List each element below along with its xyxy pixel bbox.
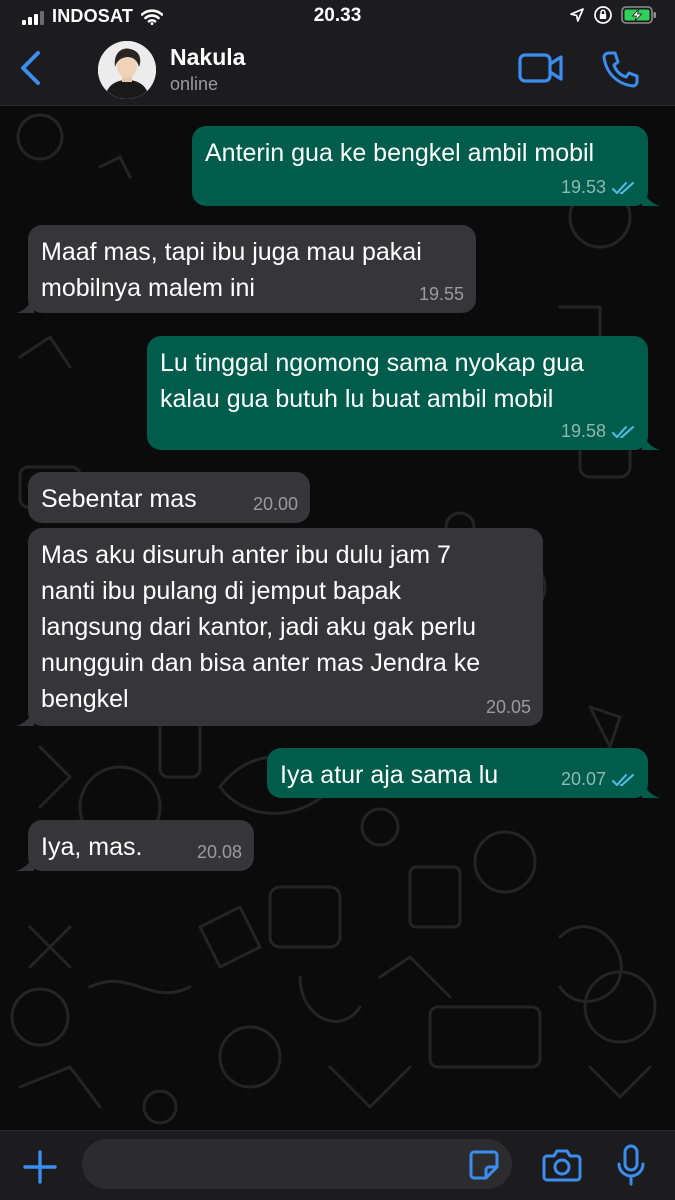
bubble-tail (16, 851, 34, 871)
message-text: Lu tinggal ngomong sama nyokap gua kalau… (160, 349, 584, 413)
chat-screen: INDOSAT 20.33 Nakula online Anterin gua … (0, 0, 675, 1200)
message-input-bar (0, 1130, 675, 1200)
profile-photo (98, 41, 156, 99)
message-input[interactable] (82, 1139, 512, 1189)
contact-name[interactable]: Nakula (170, 44, 245, 71)
message-text: Maaf mas, tapi ibu juga mau pakai mobiln… (41, 238, 422, 302)
phone-icon (602, 51, 639, 88)
double-check-read-icon (612, 773, 634, 786)
avatar[interactable] (98, 41, 156, 99)
message-time: 19.53 (560, 177, 606, 197)
message-time: 20.05 (485, 697, 531, 717)
message-time: 20.00 (252, 494, 298, 514)
video-call-icon (518, 53, 563, 83)
bubble-tail (642, 186, 660, 206)
bubble-tail (642, 430, 660, 450)
double-check-read-icon (612, 181, 634, 194)
message-bubble-incoming[interactable]: Mas aku disuruh anter ibu dulu jam 7 nan… (16, 528, 543, 726)
bubble-tail (16, 706, 34, 726)
message-bubble-incoming[interactable]: Sebentar mas 20.00 (28, 472, 310, 523)
message-meta: 19.58 (561, 421, 636, 442)
message-time: 19.58 (560, 421, 606, 441)
battery-charging-icon (621, 6, 656, 24)
message-bubble-outgoing[interactable]: Lu tinggal ngomong sama nyokap gua kalau… (147, 336, 660, 450)
message-meta: 19.53 (561, 177, 636, 198)
message-list[interactable]: Anterin gua ke bengkel ambil mobil 19.53… (0, 107, 675, 1130)
orientation-lock-icon (594, 6, 612, 24)
microphone-icon (617, 1144, 645, 1186)
back-button[interactable] (14, 48, 48, 88)
message-text: Anterin gua ke bengkel ambil mobil (205, 139, 595, 167)
message-time: 20.08 (196, 842, 242, 862)
double-check-read-icon (612, 425, 634, 438)
message-time: 20.07 (560, 769, 606, 789)
bubble-tail (16, 293, 34, 313)
bubble-tail (642, 778, 660, 798)
camera-button[interactable] (542, 1147, 582, 1183)
message-meta: 20.05 (486, 697, 531, 718)
status-bar: INDOSAT 20.33 (0, 0, 675, 34)
back-chevron-icon (21, 51, 40, 85)
sticker-button[interactable] (468, 1149, 500, 1181)
status-bar-right (569, 5, 657, 25)
contact-status: online (170, 74, 219, 94)
chat-header: Nakula online (0, 34, 675, 106)
message-bubble-incoming[interactable]: Maaf mas, tapi ibu juga mau pakai mobiln… (16, 225, 476, 313)
camera-icon (542, 1149, 582, 1182)
sticker-icon (469, 1150, 499, 1180)
message-meta: 20.08 (197, 842, 242, 863)
voice-call-button[interactable] (600, 49, 640, 89)
attach-button[interactable] (22, 1149, 58, 1185)
plus-icon (23, 1150, 57, 1184)
message-meta: 19.55 (419, 284, 464, 305)
message-meta: 20.07 (561, 769, 636, 790)
message-meta: 20.00 (253, 494, 298, 515)
message-bubble-incoming[interactable]: Iya, mas. 20.08 (16, 820, 254, 871)
location-icon (570, 8, 584, 22)
voice-message-button[interactable] (616, 1144, 646, 1186)
message-time: 19.55 (418, 284, 464, 304)
message-text: Mas aku disuruh anter ibu dulu jam 7 nan… (41, 541, 481, 713)
message-bubble-outgoing[interactable]: Anterin gua ke bengkel ambil mobil 19.53 (192, 126, 660, 206)
video-call-button[interactable] (518, 52, 564, 84)
message-bubble-outgoing[interactable]: Iya atur aja sama lu 20.07 (267, 748, 660, 798)
